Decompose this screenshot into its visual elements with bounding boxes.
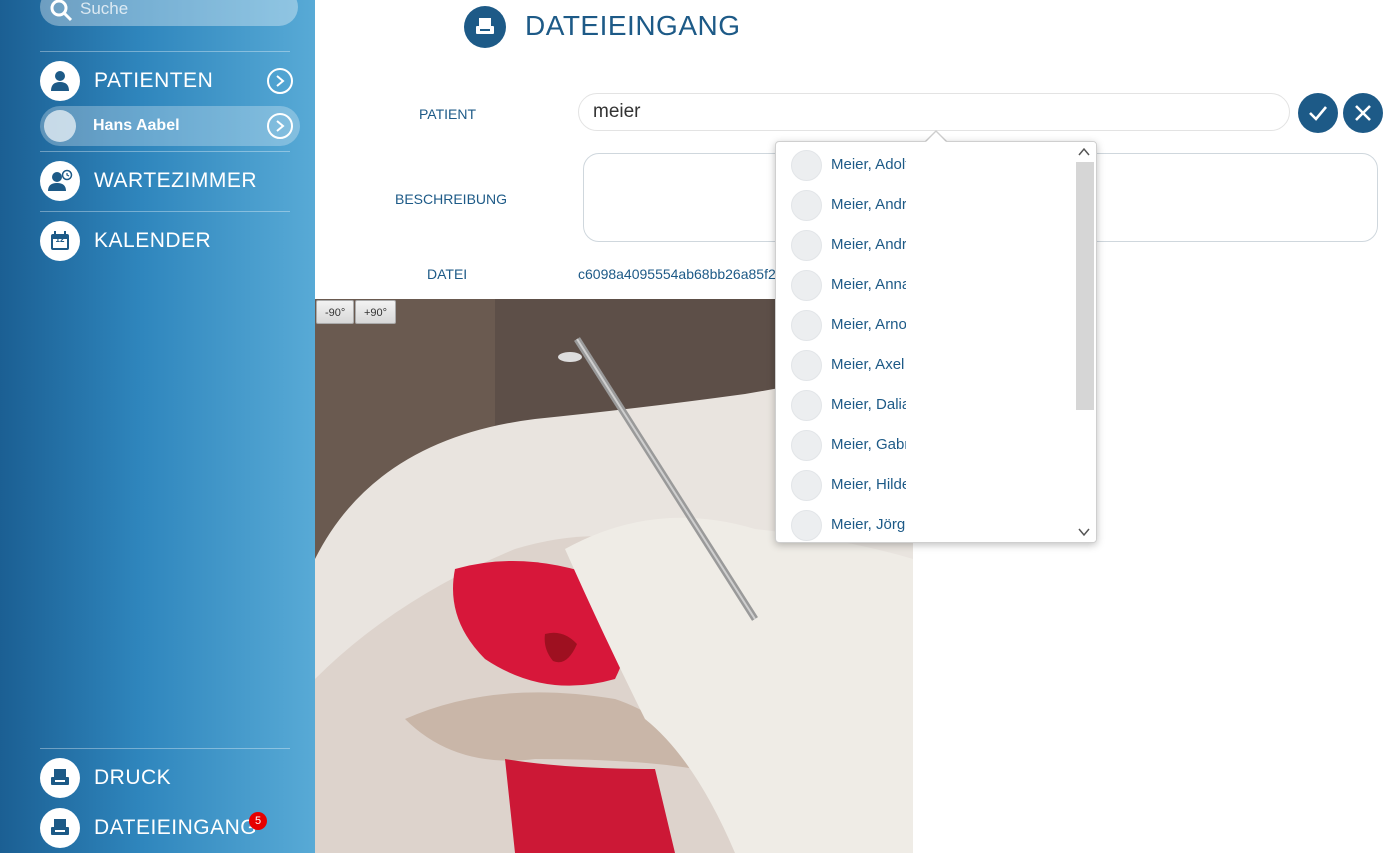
scrollbar-thumb[interactable] [1076,162,1094,410]
list-item[interactable]: Meier, Anna [776,264,1072,304]
check-icon [1309,106,1327,121]
list-item-name: Meier, Hilde [831,476,906,493]
inbox-badge: 5 [249,812,267,830]
avatar [791,270,822,301]
printer-icon [40,758,80,798]
search-icon [50,0,73,22]
divider [40,151,290,152]
patient-label: PATIENT [419,106,477,122]
list-item-name: Meier, Andreas [831,196,906,213]
description-label: BESCHREIBUNG [395,191,508,207]
nav-label-patients: PATIENTEN [94,69,214,92]
nav-waiting-room[interactable]: WARTEZIMMER [40,161,257,201]
nav-label-inbox: DATEIEINGANG [94,816,258,839]
calendar-icon: 12 [40,221,80,261]
nav-calendar[interactable]: 12 KALENDER [40,221,211,261]
waiting-room-icon [40,161,80,201]
avatar [791,510,822,541]
avatar [791,150,822,181]
avatar [791,190,822,221]
avatar [791,350,822,381]
scrollbar[interactable] [1074,142,1096,542]
printer-icon [40,808,80,848]
search-placeholder: Suche [80,0,129,18]
patient-suggestions-dropdown[interactable]: Meier, Adolf Meier, Andreas Meier, Andre… [775,141,1097,543]
nav-inbox[interactable]: DATEIEINGANG [40,808,257,848]
list-item[interactable]: Meier, Arnold [776,304,1072,344]
list-item-name: Meier, Jörg [831,516,906,533]
confirm-button[interactable] [1298,93,1338,133]
chevron-right-icon[interactable] [267,68,293,94]
nav-label-calendar: KALENDER [94,229,212,252]
cancel-button[interactable] [1343,93,1383,133]
divider [40,748,290,749]
list-item[interactable]: Meier, Axel [776,344,1072,384]
page-title: DATEIEINGANG [525,10,741,41]
list-item[interactable]: Meier, Hilde [776,464,1072,504]
nav-print[interactable]: DRUCK [40,758,171,798]
list-item-name: Meier, Andrea [831,236,906,253]
dropdown-caret-inner [926,132,946,142]
list-item-name: Meier, Anna [831,276,906,293]
chevron-right-icon[interactable] [267,113,293,139]
chevron-up-icon[interactable] [1078,146,1090,158]
nav-patients[interactable]: PATIENTEN [40,61,213,101]
list-item-name: Meier, Daliah [831,396,906,413]
list-item-name: Meier, Adolf [831,156,906,173]
patient-input[interactable]: meier [578,93,1290,131]
file-name: c6098a4095554ab68bb26a85f2 [578,266,776,282]
close-icon [1355,105,1371,121]
avatar [791,430,822,461]
list-item[interactable]: Meier, Daliah [776,384,1072,424]
avatar [791,230,822,261]
rotate-left-button[interactable]: -90° [316,300,355,324]
selected-patient[interactable]: Hans Aabel [40,106,300,146]
list-item[interactable]: Meier, Andrea [776,224,1072,264]
list-item-name: Meier, Gabriel [831,436,906,453]
chevron-down-icon[interactable] [1078,526,1090,538]
nav-label-print: DRUCK [94,766,172,789]
divider [40,51,290,52]
avatar [44,110,76,142]
avatar [791,470,822,501]
sidebar: Suche PATIENTEN Hans Aabel WARTEZIMMER 1… [0,0,315,853]
patient-icon [40,61,80,101]
printer-icon [464,6,506,48]
nav-label-waiting-room: WARTEZIMMER [94,169,257,192]
list-item[interactable]: Meier, Andreas [776,184,1072,224]
list-item[interactable]: Meier, Gabriel [776,424,1072,464]
selected-patient-name: Hans Aabel [93,117,180,134]
divider [40,211,290,212]
rotate-right-button[interactable]: +90° [355,300,397,324]
file-label: DATEI [427,266,468,282]
avatar [791,390,822,421]
list-item[interactable]: Meier, Jörg [776,504,1072,542]
list-item-name: Meier, Axel [831,356,905,373]
search-box[interactable]: Suche [40,0,298,26]
calendar-day: 12 [55,235,65,244]
avatar [791,310,822,341]
list-item-name: Meier, Arnold [831,316,906,333]
list-item[interactable]: Meier, Adolf [776,144,1072,184]
